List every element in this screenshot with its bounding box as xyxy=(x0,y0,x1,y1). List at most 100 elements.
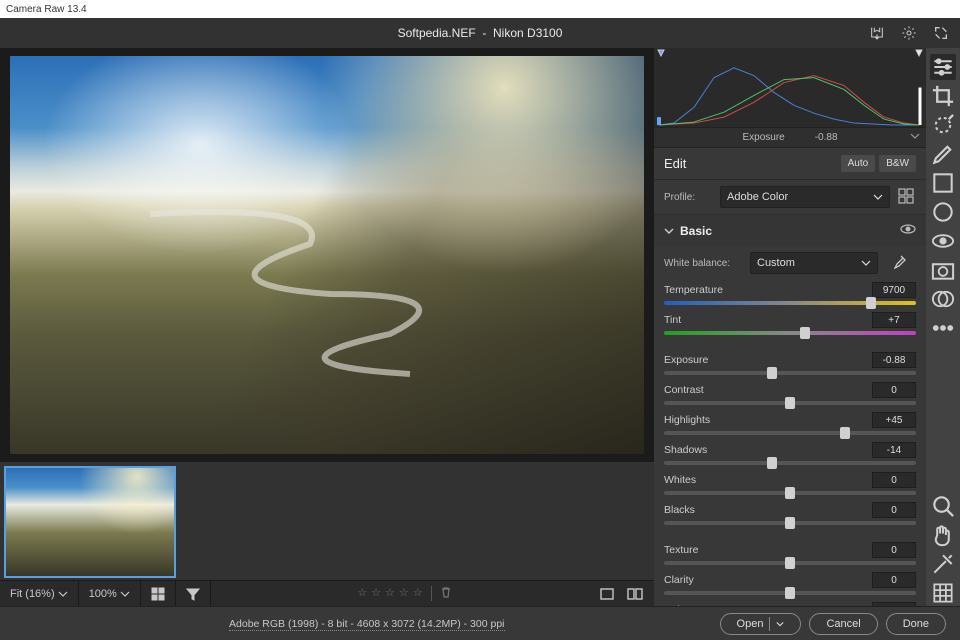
footer: Adobe RGB (1998) - 8 bit - 4608 x 3072 (… xyxy=(0,606,960,640)
star-icon[interactable]: ☆ xyxy=(399,586,409,601)
histogram[interactable] xyxy=(654,48,926,128)
slider-value[interactable]: +45 xyxy=(872,412,916,428)
star-icon[interactable]: ☆ xyxy=(385,586,395,601)
profile-select[interactable]: Adobe Color xyxy=(720,186,890,208)
slider-track[interactable] xyxy=(664,461,916,465)
app-root: Softpedia.NEF - Nikon D3100 Fit (16%) 10… xyxy=(0,18,960,640)
gear-icon[interactable] xyxy=(900,24,918,42)
zoom-icon[interactable] xyxy=(930,493,956,519)
slider-value[interactable]: 0 xyxy=(872,502,916,518)
fullscreen-icon[interactable] xyxy=(932,24,950,42)
edit-title: Edit xyxy=(664,156,686,171)
slider-texture: Texture 0 xyxy=(664,542,916,565)
basic-section-header[interactable]: Basic xyxy=(654,215,926,246)
slider-knob[interactable] xyxy=(785,397,795,409)
slider-track[interactable] xyxy=(664,491,916,495)
header: Softpedia.NEF - Nikon D3100 xyxy=(0,18,960,48)
slider-track[interactable] xyxy=(664,331,916,335)
more-icon[interactable] xyxy=(930,315,956,341)
eye-icon[interactable] xyxy=(900,221,916,240)
slider-track[interactable] xyxy=(664,591,916,595)
preview-image xyxy=(10,56,644,454)
save-icon[interactable] xyxy=(868,24,886,42)
heal-icon[interactable] xyxy=(930,112,956,138)
bw-button[interactable]: B&W xyxy=(879,155,916,172)
preview-area[interactable] xyxy=(0,48,654,462)
slider-tint: Tint +7 xyxy=(664,312,916,335)
slider-knob[interactable] xyxy=(767,457,777,469)
slider-value[interactable]: 9700 xyxy=(872,282,916,298)
rating-stars[interactable]: ☆ ☆ ☆ ☆ ☆ xyxy=(357,586,451,601)
slider-knob[interactable] xyxy=(767,367,777,379)
slider-knob[interactable] xyxy=(840,427,850,439)
filter-icon[interactable] xyxy=(176,581,211,606)
linear-gradient-icon[interactable] xyxy=(930,170,956,196)
left-pane: Fit (16%) 100% ☆ ☆ ☆ ☆ ☆ xyxy=(0,48,654,606)
chevron-down-icon[interactable] xyxy=(910,131,920,144)
thumbnail[interactable] xyxy=(4,466,176,578)
slider-knob[interactable] xyxy=(800,327,810,339)
slider-clarity: Clarity 0 xyxy=(664,572,916,595)
star-icon[interactable]: ☆ xyxy=(371,586,381,601)
white-balance-select[interactable]: Custom xyxy=(750,252,878,274)
star-icon[interactable]: ☆ xyxy=(413,586,423,601)
slider-exposure: Exposure-0.88 xyxy=(664,352,916,375)
compare-split-icon[interactable] xyxy=(626,585,644,603)
slider-value[interactable]: 0 xyxy=(872,572,916,588)
slider-track[interactable] xyxy=(664,431,916,435)
snapshot-icon[interactable] xyxy=(930,257,956,283)
slider-value[interactable]: 0 xyxy=(872,542,916,558)
slider-knob[interactable] xyxy=(785,557,795,569)
grid-icon[interactable] xyxy=(930,580,956,606)
filmstrip xyxy=(0,462,654,580)
slider-label: Tint xyxy=(664,314,681,326)
slider-whites: Whites0 xyxy=(664,472,916,495)
slider-value[interactable]: +7 xyxy=(872,312,916,328)
slider-track[interactable] xyxy=(664,521,916,525)
brush-icon[interactable] xyxy=(930,141,956,167)
profile-browser-icon[interactable] xyxy=(898,188,916,207)
redeye-icon[interactable] xyxy=(930,228,956,254)
hand-icon[interactable] xyxy=(930,522,956,548)
zoom-fit-dropdown[interactable]: Fit (16%) xyxy=(0,581,79,606)
sampler-icon[interactable] xyxy=(930,551,956,577)
slider-label: Texture xyxy=(664,544,698,556)
trash-icon[interactable] xyxy=(440,586,452,601)
radial-gradient-icon[interactable] xyxy=(930,199,956,225)
slider-value[interactable]: 0 xyxy=(872,472,916,488)
slider-value[interactable]: -0.88 xyxy=(872,352,916,368)
edit-sliders-icon[interactable] xyxy=(930,54,956,80)
cancel-button[interactable]: Cancel xyxy=(809,613,877,635)
presets-icon[interactable] xyxy=(930,286,956,312)
grid-view-icon[interactable] xyxy=(141,581,176,606)
histogram-readout: Exposure -0.88 xyxy=(654,128,926,148)
crop-icon[interactable] xyxy=(930,83,956,109)
slider-label: Clarity xyxy=(664,574,694,586)
eyedropper-icon[interactable] xyxy=(892,255,906,272)
zoom-100-dropdown[interactable]: 100% xyxy=(79,581,141,606)
auto-button[interactable]: Auto xyxy=(841,155,876,172)
slider-value[interactable]: 0 xyxy=(872,382,916,398)
star-icon[interactable]: ☆ xyxy=(357,586,367,601)
app-title: Camera Raw 13.4 xyxy=(6,4,87,15)
open-button[interactable]: Open xyxy=(720,613,802,635)
slider-value[interactable]: -14 xyxy=(872,442,916,458)
slider-track[interactable] xyxy=(664,371,916,375)
slider-label: Contrast xyxy=(664,384,704,396)
main: Fit (16%) 100% ☆ ☆ ☆ ☆ ☆ xyxy=(0,48,960,606)
compare-single-icon[interactable] xyxy=(598,585,616,603)
slider-track[interactable] xyxy=(664,561,916,565)
done-button[interactable]: Done xyxy=(886,613,946,635)
edit-panel: Exposure -0.88 Edit Auto B&W Profile: Ad… xyxy=(654,48,926,606)
slider-knob[interactable] xyxy=(785,487,795,499)
right-toolstrip xyxy=(926,48,960,606)
slider-knob[interactable] xyxy=(866,297,876,309)
slider-label: Temperature xyxy=(664,284,723,296)
bottom-toolbar: Fit (16%) 100% ☆ ☆ ☆ ☆ ☆ xyxy=(0,580,654,606)
slider-track[interactable] xyxy=(664,401,916,405)
image-metadata[interactable]: Adobe RGB (1998) - 8 bit - 4608 x 3072 (… xyxy=(14,618,720,630)
slider-knob[interactable] xyxy=(785,517,795,529)
slider-track[interactable] xyxy=(664,301,916,305)
slider-contrast: Contrast 0 xyxy=(664,382,916,405)
slider-knob[interactable] xyxy=(785,587,795,599)
